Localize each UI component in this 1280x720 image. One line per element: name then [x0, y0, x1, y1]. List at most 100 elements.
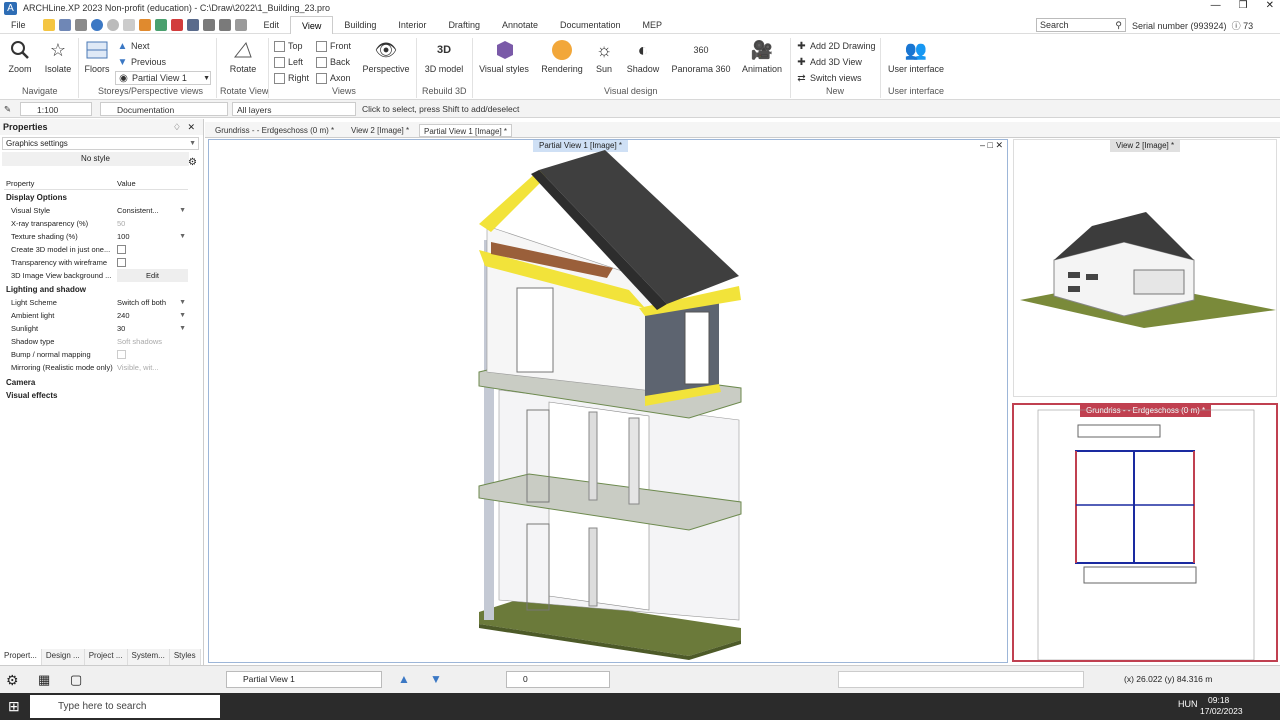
rendering-button[interactable]: Rendering [538, 38, 586, 74]
next-button[interactable]: ▲ Next [117, 39, 150, 53]
layer-pen-icon[interactable]: ✎ [4, 102, 11, 116]
search-input[interactable]: Search ⚲ [1036, 18, 1126, 32]
back-view-button[interactable]: Back [316, 55, 350, 69]
copy-icon[interactable] [122, 18, 135, 31]
property-bump-mapping[interactable]: Bump / normal mapping [4, 348, 188, 361]
menu-building[interactable]: Building [333, 16, 387, 34]
section-lighting-shadow[interactable]: Lighting and shadow [4, 283, 188, 296]
corner-icon[interactable] [218, 18, 231, 31]
tab-project[interactable]: Project ... [84, 649, 128, 665]
rebuild-3d-button[interactable]: 3D 3D model [422, 38, 466, 74]
menu-mep[interactable]: MEP [632, 16, 674, 34]
language-indicator[interactable]: HUN [1178, 699, 1198, 709]
scale-select[interactable]: 1:100 [20, 102, 92, 116]
settings-gear-icon[interactable]: ⚙ [188, 157, 197, 168]
visual-styles-button[interactable]: Visual styles [478, 38, 530, 74]
pen-select[interactable]: 0 [506, 671, 610, 688]
print-icon[interactable] [74, 18, 87, 31]
paint-icon[interactable] [138, 18, 151, 31]
close-icon[interactable]: ✕ [187, 119, 195, 135]
user-interface-button[interactable]: 👥 User interface [886, 38, 946, 75]
partial-view-select[interactable]: ◉ Partial View 1 ▼ [115, 71, 211, 85]
frame-icon[interactable]: ▢ [70, 672, 82, 688]
main-viewport[interactable]: Partial View 1 [Image] * – □ ✕ [208, 139, 1008, 663]
tab-grundriss[interactable]: Grundriss - - Erdgeschoss (0 m) * [215, 124, 334, 137]
tab-styles[interactable]: Styles [169, 649, 201, 665]
previous-button[interactable]: ▼ Previous [117, 55, 166, 69]
menu-drafting[interactable]: Drafting [437, 16, 491, 34]
perspective-button[interactable]: 👁 Perspective [362, 38, 410, 75]
arrow-up-icon[interactable]: ▲ [398, 672, 410, 686]
sun-button[interactable]: ☼ Sun [590, 38, 618, 75]
undo-icon[interactable] [90, 18, 103, 31]
animation-button[interactable]: 🎥 Animation [740, 38, 784, 75]
menu-file[interactable]: File [0, 16, 37, 34]
switch-views-button[interactable]: ⇄ Switch views [796, 71, 861, 85]
property-transparency-wireframe[interactable]: Transparency with wireframe [4, 256, 188, 269]
section-visual-effects[interactable]: Visual effects [4, 389, 188, 402]
tab-view-2[interactable]: View 2 [Image] * [351, 124, 409, 137]
property-shadow-type[interactable]: Shadow type Soft shadows [4, 335, 188, 348]
wireframe-checkbox[interactable] [117, 258, 126, 267]
rotate-button[interactable]: Rotate [226, 38, 260, 74]
property-background[interactable]: 3D Image View background ... Edit [4, 269, 188, 282]
tab-partial-view-1[interactable]: Partial View 1 [Image] * [419, 124, 513, 137]
maximize-button[interactable]: ❒ [1239, 0, 1248, 11]
help-icon[interactable]: ⓘ [1232, 21, 1241, 31]
line-icon[interactable] [202, 18, 215, 31]
menu-view[interactable]: View [290, 15, 334, 34]
command-input[interactable] [838, 671, 1084, 688]
redo-icon[interactable] [106, 18, 119, 31]
windows-start-icon[interactable]: ⊞ [8, 698, 20, 715]
dimension-icon[interactable] [186, 18, 199, 31]
view-select[interactable]: Partial View 1 [226, 671, 382, 688]
delete-icon[interactable] [170, 18, 183, 31]
taskbar-search[interactable]: Type here to search [30, 695, 220, 718]
menu-documentation[interactable]: Documentation [549, 16, 632, 34]
tab-system[interactable]: System... [127, 649, 170, 665]
property-visual-style[interactable]: Visual Style Consistent... ▼ [4, 204, 188, 217]
settings-icon[interactable]: ⚙ [6, 672, 19, 689]
axon-view-button[interactable]: Axon [316, 71, 351, 85]
grid-icon[interactable]: ▦ [38, 672, 50, 688]
floors-button[interactable]: Floors [82, 38, 112, 74]
property-sunlight[interactable]: Sunlight 30 ▼ [4, 322, 188, 335]
shadow-button[interactable]: ◐ Shadow [624, 38, 662, 75]
save-icon[interactable] [58, 18, 71, 31]
minimize-button[interactable]: — [1211, 0, 1221, 11]
close-button[interactable]: ✕ [1266, 0, 1274, 11]
view-2-viewport[interactable]: View 2 [Image] * [1013, 139, 1277, 397]
pin-icon[interactable]: ♢ [173, 119, 181, 135]
add-3d-view-button[interactable]: ✚ Add 3D View [796, 55, 862, 69]
property-ambient-light[interactable]: Ambient light 240 ▼ [4, 309, 188, 322]
tab-design[interactable]: Design ... [41, 649, 85, 665]
front-view-button[interactable]: Front [316, 39, 351, 53]
menu-annotate[interactable]: Annotate [491, 16, 549, 34]
left-view-button[interactable]: Left [274, 55, 303, 69]
floor-plan-viewport[interactable]: Grundriss - - Erdgeschoss (0 m) * [1012, 403, 1278, 662]
layers-select[interactable]: All layers [232, 102, 356, 116]
tab-properties[interactable]: Propert... [0, 649, 42, 665]
zoom-button[interactable]: Zoom [6, 38, 34, 74]
add-2d-drawing-button[interactable]: ✚ Add 2D Drawing [796, 39, 875, 53]
panorama-button[interactable]: 360 Panorama 360 [670, 38, 732, 74]
property-mirroring[interactable]: Mirroring (Realistic mode only) Visible, … [4, 361, 188, 374]
menu-interior[interactable]: Interior [387, 16, 437, 34]
style-select[interactable]: No style [2, 152, 189, 166]
edit-button[interactable]: Edit [117, 269, 188, 282]
property-texture-shading[interactable]: Texture shading (%) 100 ▼ [4, 230, 188, 243]
isolate-button[interactable]: ☆ Isolate [42, 38, 74, 75]
search-icon[interactable]: ⚲ [1115, 19, 1122, 31]
menu-edit[interactable]: Edit [253, 16, 291, 34]
section-camera[interactable]: Camera [4, 376, 188, 389]
pen-icon[interactable] [154, 18, 167, 31]
grid-icon[interactable] [234, 18, 247, 31]
top-view-button[interactable]: Top [274, 39, 303, 53]
section-display-options[interactable]: Display Options [4, 191, 188, 204]
category-select[interactable]: Graphics settings ▼ [2, 137, 199, 150]
documentation-select[interactable]: Documentation [100, 102, 228, 116]
property-single-model[interactable]: Create 3D model in just one... [4, 243, 188, 256]
single-model-checkbox[interactable] [117, 245, 126, 254]
clock-date[interactable]: 17/02/2023 [1200, 706, 1243, 716]
property-xray[interactable]: X-ray transparency (%) 50 [4, 217, 188, 230]
